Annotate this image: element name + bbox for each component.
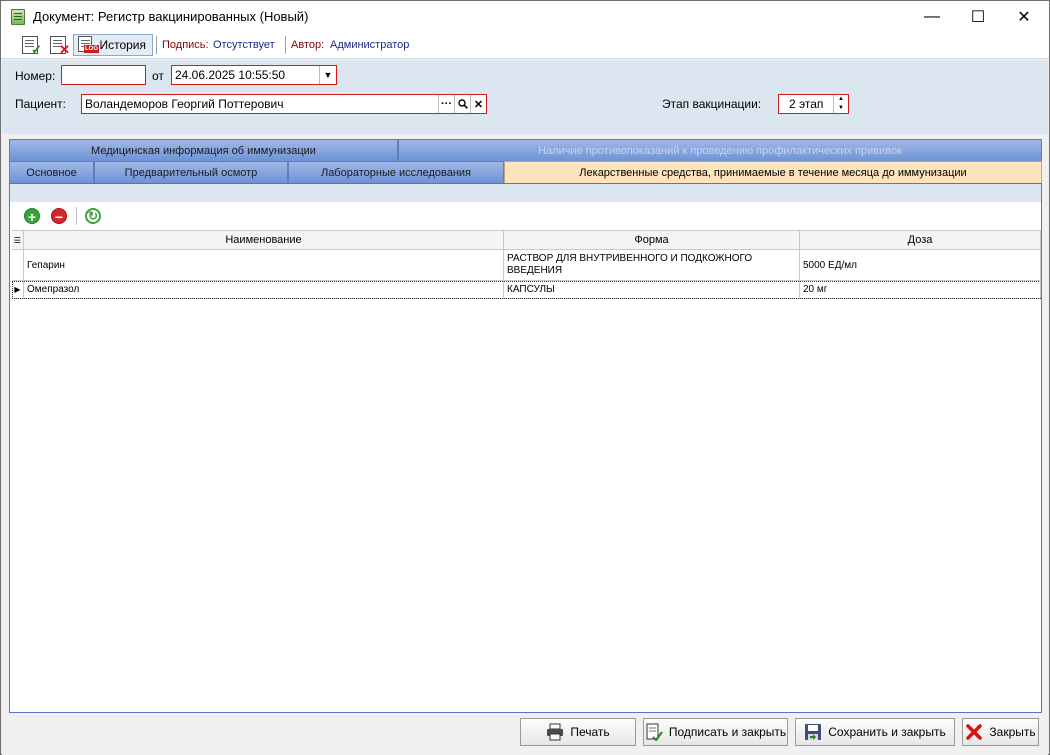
ellipsis-icon[interactable]: ··· (438, 95, 454, 113)
signature-status: Отсутствует (213, 39, 275, 51)
print-button[interactable]: Печать (520, 718, 636, 746)
window-title: Документ: Регистр вакцинированных (Новый… (33, 9, 309, 24)
row-indicator (12, 250, 24, 280)
history-label: История (99, 38, 146, 52)
chevron-down-icon[interactable]: ▼ (319, 66, 336, 84)
close-window-button[interactable]: ✕ (1001, 1, 1047, 32)
refresh-icon[interactable]: ↻ (85, 208, 101, 224)
cell-name[interactable]: Омепразол (24, 281, 504, 298)
spin-down-icon[interactable]: ▼ (834, 104, 848, 113)
column-header-name[interactable]: Наименование (24, 231, 504, 249)
save-and-close-button[interactable]: Сохранить и закрыть (795, 718, 955, 746)
patient-value: Воландеморов Георгий Поттерович (85, 97, 284, 111)
remove-icon[interactable]: − (51, 208, 67, 225)
spin-buttons[interactable]: ▲ ▼ (833, 95, 848, 113)
save-icon (804, 723, 822, 741)
row-pointer-icon: ▶ (12, 281, 24, 298)
sign-document-button[interactable]: ✓ (17, 34, 43, 56)
cell-form[interactable]: РАСТВОР ДЛЯ ВНУТРИВЕННОГО И ПОДКОЖНОГО В… (504, 250, 800, 280)
medications-grid: ☰ Наименование Форма Доза Гепарин РАСТВО… (12, 230, 1041, 299)
toolbar-separator (285, 36, 286, 54)
tab-medical-info[interactable]: Медицинская информация об иммунизации (9, 139, 398, 161)
number-input[interactable] (61, 65, 146, 85)
tab-medications[interactable]: Лекарственные средства, принимаемые в те… (504, 161, 1042, 183)
print-label: Печать (570, 725, 610, 739)
vaccination-stage-label: Этап вакцинации: (662, 97, 762, 111)
signature-label: Подпись: (162, 39, 209, 51)
close-red-x-icon (965, 723, 983, 741)
cell-dose[interactable]: 5000 ЕД/мл (800, 250, 1041, 280)
tab-row-bottom: Основное Предварительный осмотр Лаборато… (9, 161, 1042, 183)
minimize-icon: — (924, 7, 940, 25)
add-icon[interactable]: + (24, 208, 40, 225)
tab-row-top: Медицинская информация об иммунизации На… (9, 139, 1042, 161)
clear-icon[interactable]: ✕ (470, 95, 486, 113)
unsign-document-button[interactable]: ✕ (45, 34, 71, 56)
column-header-form[interactable]: Форма (504, 231, 800, 249)
document-app-icon (11, 9, 25, 25)
search-icon[interactable] (454, 95, 470, 113)
grid-toolbar: + − ↻ (10, 202, 1041, 229)
number-label: Номер: (15, 69, 56, 83)
date-from-label: от (152, 69, 164, 83)
tab-lab-tests[interactable]: Лабораторные исследования (288, 161, 504, 183)
author-name: Администратор (330, 39, 410, 51)
column-header-dose[interactable]: Доза (800, 231, 1041, 249)
document-header-form: Номер: от 24.06.2025 10:55:50 ▼ Пациент:… (2, 60, 1048, 134)
maximize-button[interactable]: ☐ (955, 1, 1001, 32)
maximize-icon: ☐ (970, 8, 986, 26)
printer-icon (546, 723, 564, 741)
log-badge: LOG (84, 45, 99, 53)
stage-value: 2 этап (789, 97, 824, 111)
spin-up-icon[interactable]: ▲ (834, 95, 848, 104)
toolbar-separator (156, 36, 157, 54)
title-bar: Документ: Регистр вакцинированных (Новый… (1, 1, 1049, 32)
grid-toolbar-separator (76, 207, 77, 225)
author-label: Автор: (291, 39, 325, 51)
bottom-button-bar: Печать Подписать и закрыть Сохранить и з… (2, 715, 1048, 755)
close-label: Закрыть (989, 725, 1036, 739)
date-value: 24.06.2025 10:55:50 (175, 68, 286, 82)
tab-content-panel: + − ↻ ☰ Наименование Форма Доза Гепарин … (9, 183, 1042, 713)
tab-contraindications[interactable]: Наличие противопоказаний к проведению пр… (398, 139, 1042, 161)
toolbar: ✓ ✕ LOG История Подпись: Отсутствует Авт… (1, 32, 1049, 59)
cell-dose[interactable]: 20 мг (800, 281, 1041, 298)
sign-document-icon (645, 723, 663, 742)
tab-preliminary-exam[interactable]: Предварительный осмотр (94, 161, 288, 183)
patient-label: Пациент: (15, 97, 67, 111)
column-chooser-icon[interactable]: ☰ (12, 231, 24, 249)
grid-header-row: ☰ Наименование Форма Доза (12, 231, 1041, 250)
date-picker[interactable]: 24.06.2025 10:55:50 ▼ (171, 65, 337, 85)
tab-main[interactable]: Основное (9, 161, 94, 183)
vaccination-stage-spinner[interactable]: 2 этап ▲ ▼ (778, 94, 849, 114)
close-icon: ✕ (1017, 8, 1031, 26)
document-check-icon: ✓ (22, 36, 42, 56)
table-row[interactable]: Гепарин РАСТВОР ДЛЯ ВНУТРИВЕННОГО И ПОДК… (12, 250, 1041, 281)
close-button[interactable]: Закрыть (962, 718, 1039, 746)
table-row-selected[interactable]: ▶ Омепразол КАПСУЛЫ 20 мг (12, 281, 1041, 299)
patient-field[interactable]: Воландеморов Георгий Поттерович ··· ✕ (81, 94, 487, 114)
document-window: Документ: Регистр вакцинированных (Новый… (0, 0, 1050, 755)
log-icon: LOG (78, 36, 99, 54)
document-cancel-icon: ✕ (50, 36, 70, 56)
minimize-button[interactable]: — (909, 1, 955, 32)
save-and-close-label: Сохранить и закрыть (828, 725, 946, 739)
cell-name[interactable]: Гепарин (24, 250, 504, 280)
cell-form[interactable]: КАПСУЛЫ (504, 281, 800, 298)
panel-band (10, 184, 1041, 202)
history-button[interactable]: LOG История (73, 34, 153, 56)
sign-and-close-button[interactable]: Подписать и закрыть (643, 718, 788, 746)
sign-and-close-label: Подписать и закрыть (668, 725, 787, 739)
